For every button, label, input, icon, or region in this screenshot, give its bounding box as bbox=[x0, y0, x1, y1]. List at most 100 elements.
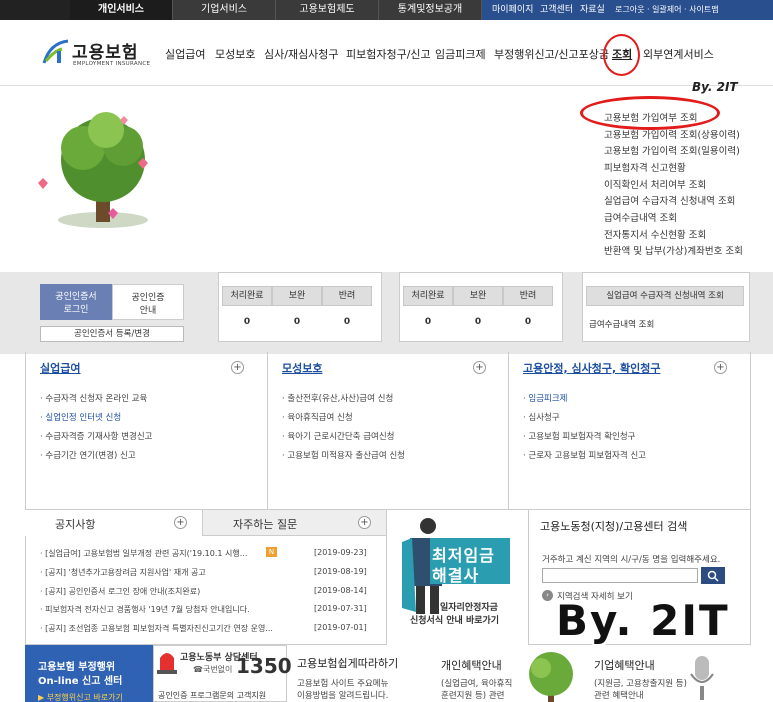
notice-row[interactable]: · [공지] 공인인증서 로그인 장애 안내(조치완료) bbox=[40, 586, 200, 597]
tab-personal[interactable]: 개인서비스 bbox=[70, 0, 173, 20]
gnb-unemployment[interactable]: 실업급여 bbox=[165, 46, 205, 62]
list-item[interactable]: · 수급기간 연기(변경) 신고 bbox=[40, 449, 136, 461]
list-item[interactable]: · 육아기 근로시간단축 급여신청 bbox=[282, 430, 394, 442]
gnb-wage-peak[interactable]: 임금피크제 bbox=[435, 46, 486, 62]
section-title-maternity[interactable]: 모성보호 bbox=[282, 360, 322, 376]
search-button[interactable] bbox=[701, 567, 725, 584]
logo-subtitle: EMPLOYMENT INSURANCE bbox=[73, 61, 151, 67]
business-benefit-desc-1: (지원금, 고용창출지원 등) bbox=[594, 679, 687, 689]
search-icon bbox=[707, 570, 719, 582]
submenu-item[interactable]: 실업급여 수급자격 신청내역 조회 bbox=[604, 193, 735, 207]
divider bbox=[528, 510, 529, 645]
list-item[interactable]: · 고용보험 미적용자 출산급여 신청 bbox=[282, 449, 405, 461]
list-item[interactable]: · 심사청구 bbox=[523, 411, 560, 423]
status-value[interactable]: 0 bbox=[403, 317, 453, 327]
submenu-item[interactable]: 반환액 및 납부(가상)계좌번호 조회 bbox=[604, 243, 743, 257]
submenu-item[interactable]: 전자통지서 수신현황 조회 bbox=[604, 227, 706, 241]
quick-link[interactable]: 실업급여 수급자격 신청내역 조회 bbox=[586, 286, 744, 306]
section-title-stability[interactable]: 고용안정, 심사청구, 확인청구 bbox=[523, 360, 660, 376]
plus-icon[interactable]: + bbox=[231, 361, 244, 374]
individual-benefit-title[interactable]: 개인혜택안내 bbox=[441, 657, 502, 673]
notice-row[interactable]: · 피보험자격 전자신고 경품행사 '19년 7월 당첨자 안내입니다. bbox=[40, 604, 250, 615]
tab-notice-label: 공지사항 bbox=[55, 518, 96, 531]
mypage-link[interactable]: 마이페이지 bbox=[492, 0, 533, 20]
submenu-item[interactable]: 이직확인서 처리여부 조회 bbox=[604, 177, 706, 191]
notice-date: [2019-07-31] bbox=[314, 604, 367, 613]
cert-register-button[interactable]: 공인인증서 등록/변경 bbox=[40, 326, 184, 342]
fraud-report-link[interactable]: ▶ 부정행위신고 바로가기 bbox=[38, 692, 123, 702]
arrow-right-icon: › bbox=[542, 590, 553, 601]
cert-guide-button[interactable]: 공인인증 안내 bbox=[112, 284, 184, 320]
status-header: 처리완료 bbox=[403, 286, 453, 306]
submenu-item[interactable]: 피보험자격 신고현황 bbox=[604, 160, 686, 174]
list-item[interactable]: · 고용보험 피보험자격 확인청구 bbox=[523, 430, 635, 442]
library-link[interactable]: 자료실 bbox=[580, 0, 605, 20]
highlight-circle-submenu bbox=[580, 96, 720, 130]
plus-icon[interactable]: + bbox=[473, 361, 486, 374]
status-value[interactable]: 0 bbox=[453, 317, 503, 327]
status-header: 처리완료 bbox=[222, 286, 272, 306]
easy-guide-title[interactable]: 고용보험쉽게따라하기 bbox=[297, 655, 398, 671]
list-item[interactable]: · 실업인정 인터넷 신청 bbox=[40, 411, 121, 423]
logo-title[interactable]: 고용보험 bbox=[72, 38, 139, 63]
status-value[interactable]: 0 bbox=[322, 317, 372, 327]
highlight-circle-inquiry bbox=[603, 34, 640, 76]
logo-icon bbox=[42, 39, 69, 64]
status-value[interactable]: 0 bbox=[272, 317, 322, 327]
gnb-maternity[interactable]: 모성보호 bbox=[215, 46, 255, 62]
status-header: 반려 bbox=[322, 286, 372, 306]
tab-faq-label: 자주하는 질문 bbox=[233, 518, 298, 531]
call-center-note: 공인인증 프로그램문의 고객지원 bbox=[158, 691, 267, 700]
customer-center-link[interactable]: 고객센터 bbox=[540, 0, 573, 20]
tab-business[interactable]: 기업서비스 bbox=[173, 0, 276, 20]
call-center-number: 1350 bbox=[236, 654, 292, 678]
notice-date: [2019-09-23] bbox=[314, 548, 367, 557]
tab-system[interactable]: 고용보험제도 bbox=[276, 0, 379, 20]
status-value[interactable]: 0 bbox=[222, 317, 272, 327]
notice-row[interactable]: · [공지] 조선업종 고용보험 피보험자격 특별자진신고기간 연장 운영... bbox=[40, 623, 273, 634]
siren-icon bbox=[157, 653, 177, 674]
fraud-report-line1: 고용보험 부정행위 bbox=[38, 662, 116, 673]
tab-statistics[interactable]: 통계및정보공개 bbox=[379, 0, 482, 20]
individual-benefit-desc-1: (실업급여, 육아휴직 bbox=[441, 679, 513, 689]
new-badge: N bbox=[266, 547, 277, 557]
tree-illustration-small bbox=[529, 652, 573, 702]
section-title-unemployment[interactable]: 실업급여 bbox=[40, 360, 80, 376]
notice-date: [2019-08-14] bbox=[314, 586, 367, 595]
plus-icon[interactable]: + bbox=[358, 516, 371, 529]
gnb-review[interactable]: 심사/재심사청구 bbox=[264, 46, 339, 62]
gnb-fraud-report[interactable]: 부정행위신고/신고포상금 bbox=[494, 46, 609, 62]
watermark-small: By. 2IT bbox=[692, 80, 738, 94]
notice-date: [2019-08-19] bbox=[314, 567, 367, 576]
list-item[interactable]: · 근로자 고용보험 피보험자격 신고 bbox=[523, 449, 646, 461]
banner-title-2: 해결사 bbox=[432, 566, 480, 585]
plus-icon[interactable]: + bbox=[714, 361, 727, 374]
easy-guide-desc-1: 고용보험 사이트 주요메뉴 bbox=[297, 679, 389, 689]
submenu-item[interactable]: 고용보험 가입이력 조회(일용이력) bbox=[604, 143, 740, 157]
list-item[interactable]: · 수급자격 신청자 온라인 교육 bbox=[40, 392, 147, 404]
region-search-input[interactable] bbox=[542, 568, 698, 583]
fraud-report-line2: On-line 신고 센터 bbox=[38, 676, 123, 687]
list-item[interactable]: · 출산전후(유산,사산)급여 신청 bbox=[282, 392, 393, 404]
gnb-external[interactable]: 외부연계서비스 bbox=[643, 46, 714, 62]
status-header: 보완 bbox=[453, 286, 503, 306]
plus-icon[interactable]: + bbox=[174, 516, 187, 529]
gnb-insured-claim[interactable]: 피보험자청구/신고 bbox=[346, 46, 431, 62]
search-description: 거주하고 계신 지역의 시/구/동 명을 입력해주세요. bbox=[542, 555, 721, 565]
notice-row[interactable]: · [실업급여] 고용보험법 일부개정 관련 공지('19.10.1 시행... bbox=[40, 548, 247, 559]
microphone-icon bbox=[690, 656, 714, 700]
divider bbox=[267, 352, 268, 510]
business-benefit-title[interactable]: 기업혜택안내 bbox=[594, 657, 655, 673]
cert-login-button[interactable]: 공인인증서 로그인 bbox=[40, 284, 112, 320]
status-header: 반려 bbox=[503, 286, 553, 306]
logout-sitemap-links[interactable]: 로그아웃 · 일괄제어 · 사이트맵 bbox=[615, 0, 719, 20]
submenu-item[interactable]: 급여수급내역 조회 bbox=[604, 210, 677, 224]
notice-row[interactable]: · [공지] '청년추가고용장려금 지원사업' 재개 공고 bbox=[40, 567, 206, 578]
status-value[interactable]: 0 bbox=[503, 317, 553, 327]
list-item[interactable]: · 임금피크제 bbox=[523, 392, 568, 404]
list-item[interactable]: · 육아휴직급여 신청 bbox=[282, 411, 353, 423]
list-item[interactable]: · 수급자격증 기재사항 변경신고 bbox=[40, 430, 152, 442]
banner-sub-1: 일자리안정자금 bbox=[440, 603, 498, 613]
status-box-1 bbox=[218, 272, 382, 342]
quick-link[interactable]: 급여수급내역 조회 bbox=[589, 318, 654, 330]
